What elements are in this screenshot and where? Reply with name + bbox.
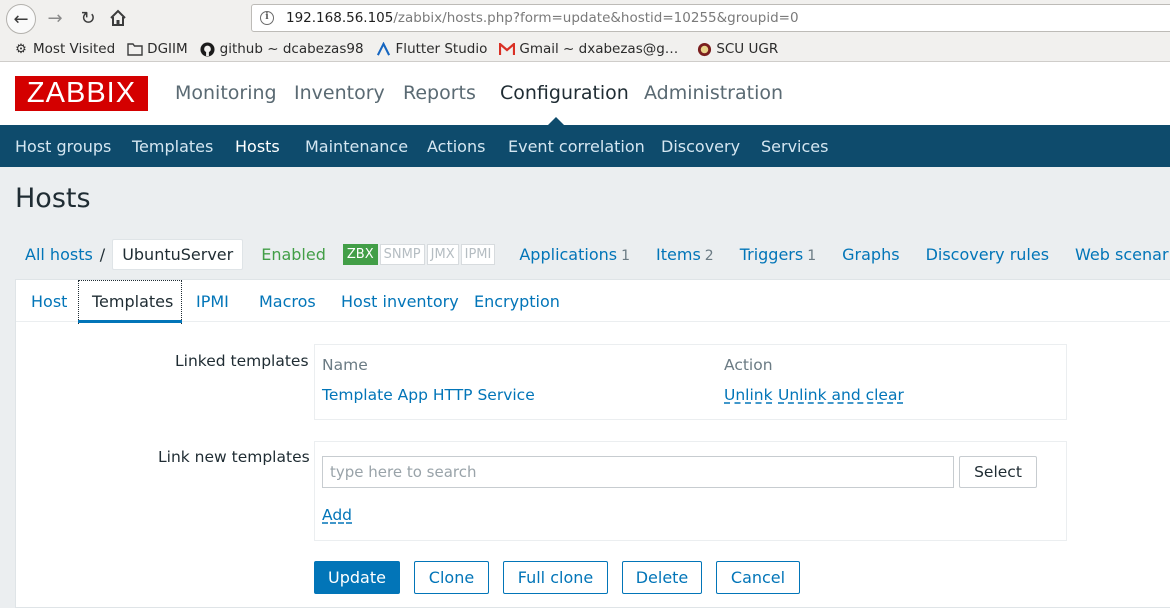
host-navigation: All hosts / UbuntuServer Enabled ZBX SNM… (15, 236, 1170, 272)
tab-encryption[interactable]: Encryption (474, 292, 560, 311)
info-icon[interactable]: i (260, 11, 274, 25)
bookmark-most-visited[interactable]: ⚙ Most Visited (13, 41, 115, 57)
host-form-panel: Host Templates IPMI Macros Host inventor… (15, 279, 1170, 608)
tab-templates[interactable]: Templates (92, 292, 173, 311)
page-title: Hosts (15, 183, 91, 214)
full-clone-button[interactable]: Full clone (503, 561, 608, 594)
forward-button[interactable]: → (43, 6, 67, 30)
clone-button[interactable]: Clone (414, 561, 489, 594)
reload-icon: ↻ (80, 7, 96, 29)
bookmark-scu-ugr[interactable]: SCU UGR (696, 41, 778, 57)
delete-button[interactable]: Delete (622, 561, 702, 594)
host-status-enabled[interactable]: Enabled (261, 245, 326, 264)
bookmark-gmail[interactable]: Gmail ~ dxabezas@g… (499, 41, 678, 57)
triggers-link[interactable]: Triggers 1 (740, 245, 816, 264)
interface-ipmi-badge: IPMI (460, 243, 496, 265)
submenu-event-correlation[interactable]: Event correlation (508, 137, 645, 156)
interface-snmp-badge: SNMP (379, 243, 425, 265)
menu-configuration[interactable]: Configuration (500, 82, 629, 104)
home-button[interactable] (106, 6, 130, 30)
interface-zbx-badge: ZBX (342, 243, 378, 265)
bookmarks-bar: ⚙ Most Visited DGIIM github ~ dcabezas98… (0, 37, 1170, 62)
back-button[interactable]: ← (6, 4, 36, 34)
arrow-left-icon: ← (13, 8, 29, 30)
sub-menu-bar: Host groups Templates Hosts Maintenance … (0, 125, 1170, 167)
interface-jmx-badge: JMX (426, 243, 459, 265)
select-template-button[interactable]: Select (959, 456, 1037, 488)
browser-nav-bar: ← → ↻ i 192.168.56.105/zabbix/hosts.php?… (0, 0, 1170, 37)
arrow-right-icon: → (47, 7, 63, 29)
menu-administration[interactable]: Administration (644, 82, 783, 104)
zabbix-logo[interactable]: ZABBIX (15, 76, 148, 111)
url-text[interactable]: 192.168.56.105/zabbix/hosts.php?form=upd… (286, 10, 799, 26)
cancel-button[interactable]: Cancel (716, 561, 800, 594)
add-template-link[interactable]: Add (322, 506, 352, 524)
active-tab-underline (78, 320, 182, 323)
link-new-templates-label: Link new templates (158, 448, 310, 466)
applications-link[interactable]: Applications 1 (519, 245, 630, 264)
breadcrumb-separator: / (99, 244, 106, 264)
form-tabs: Host Templates IPMI Macros Host inventor… (16, 280, 1170, 324)
tab-host[interactable]: Host (31, 292, 67, 311)
github-icon (200, 41, 216, 57)
menu-inventory[interactable]: Inventory (294, 82, 385, 104)
bookmark-dgiim[interactable]: DGIIM (127, 41, 188, 57)
top-header: ZABBIX Monitoring Inventory Reports Conf… (0, 62, 1170, 126)
menu-monitoring[interactable]: Monitoring (175, 82, 277, 104)
unlink-and-clear-button[interactable]: Unlink and clear (778, 386, 904, 404)
submenu-services[interactable]: Services (761, 137, 828, 156)
bookmark-github[interactable]: github ~ dcabezas98 (200, 41, 364, 57)
linked-templates-table: Name Action Template App HTTP Service Un… (314, 344, 1067, 420)
gear-icon: ⚙ (15, 41, 27, 57)
web-scenarios-link[interactable]: Web scenarios (1075, 245, 1170, 264)
linked-templates-label: Linked templates (175, 352, 309, 370)
submenu-templates[interactable]: Templates (132, 137, 213, 156)
discovery-rules-link[interactable]: Discovery rules (926, 245, 1049, 264)
tab-ipmi[interactable]: IPMI (196, 292, 229, 311)
home-icon (110, 9, 126, 26)
column-header-name: Name (322, 356, 368, 374)
all-hosts-link[interactable]: All hosts (25, 245, 93, 264)
submenu-host-groups[interactable]: Host groups (15, 137, 111, 156)
bookmark-flutter-studio[interactable]: Flutter Studio (376, 41, 487, 57)
column-header-action: Action (724, 356, 773, 374)
menu-reports[interactable]: Reports (403, 82, 476, 104)
reload-button[interactable]: ↻ (76, 6, 100, 30)
update-button[interactable]: Update (314, 561, 400, 594)
submenu-maintenance[interactable]: Maintenance (305, 137, 408, 156)
flutter-icon (376, 41, 392, 57)
gmail-icon (499, 41, 516, 57)
submenu-hosts[interactable]: Hosts (235, 137, 280, 156)
template-search-input[interactable] (322, 456, 954, 488)
link-new-templates-box: Select Add (314, 441, 1067, 541)
items-link[interactable]: Items 2 (656, 245, 714, 264)
submenu-discovery[interactable]: Discovery (661, 137, 740, 156)
folder-icon (127, 41, 143, 57)
unlink-button[interactable]: Unlink (724, 386, 773, 404)
tab-host-inventory[interactable]: Host inventory (341, 292, 459, 311)
graphs-link[interactable]: Graphs (842, 245, 899, 264)
tab-macros[interactable]: Macros (259, 292, 316, 311)
address-bar[interactable]: i 192.168.56.105/zabbix/hosts.php?form=u… (251, 4, 1170, 32)
ugr-icon (696, 41, 712, 57)
current-host-name[interactable]: UbuntuServer (112, 238, 244, 270)
submenu-actions[interactable]: Actions (427, 137, 485, 156)
linked-template-name-link[interactable]: Template App HTTP Service (322, 386, 535, 404)
